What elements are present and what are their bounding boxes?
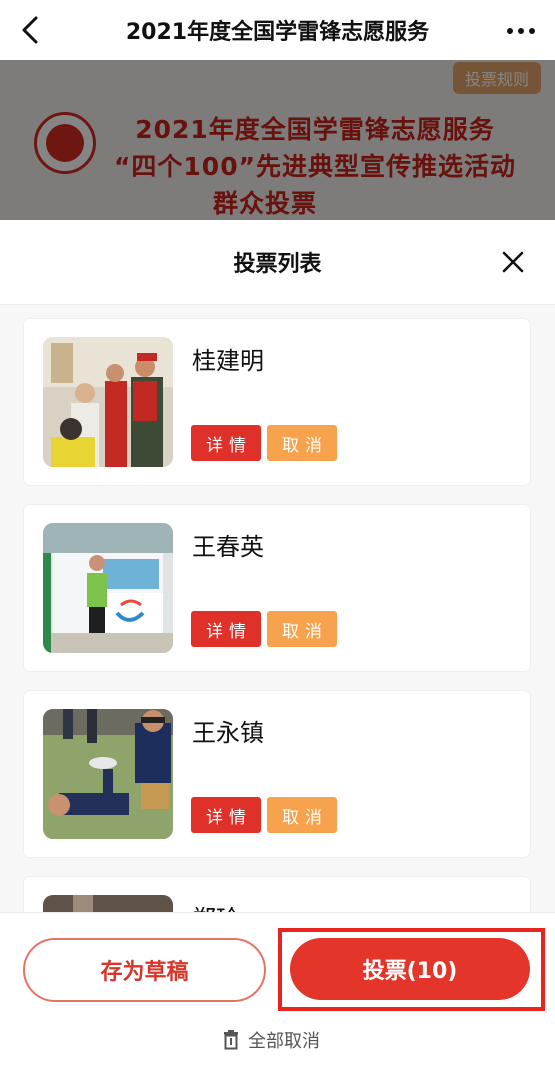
vote-list-header: 投票列表 xyxy=(0,220,555,305)
cancel-vote-button[interactable]: 取消 xyxy=(267,797,337,833)
more-dots-icon[interactable] xyxy=(507,28,535,34)
candidate-name: 桂建明 xyxy=(192,347,264,375)
candidate-photo xyxy=(43,895,173,912)
page-title: 2021年度全国学雷锋志愿服务 xyxy=(125,20,430,45)
cancel-vote-button[interactable]: 取消 xyxy=(267,611,337,647)
detail-button[interactable]: 详情 xyxy=(191,797,261,833)
vote-list-title: 投票列表 xyxy=(233,252,322,277)
candidate-card: 王春英 详情 取消 xyxy=(24,505,530,671)
cancel-vote-button[interactable]: 取消 xyxy=(267,425,337,461)
candidate-name: 郑玲 xyxy=(192,899,240,912)
footer-bar: 存为草稿 投票(10) 全部取消 xyxy=(0,912,555,1080)
candidate-card: 郑玲 xyxy=(24,877,530,912)
clear-all-button[interactable]: 全部取消 xyxy=(222,1027,320,1053)
clear-all-label: 全部取消 xyxy=(248,1031,320,1052)
candidate-card: 桂建明 详情 取消 xyxy=(24,319,530,485)
close-icon[interactable] xyxy=(501,250,525,274)
nav-bar: 2021年度全国学雷锋志愿服务 xyxy=(0,0,555,60)
candidate-photo xyxy=(43,523,173,653)
candidate-name: 王永镇 xyxy=(192,719,264,747)
candidate-photo xyxy=(43,709,173,839)
detail-button[interactable]: 详情 xyxy=(191,425,261,461)
candidate-card: 王永镇 详情 取消 xyxy=(24,691,530,857)
detail-button[interactable]: 详情 xyxy=(191,611,261,647)
modal-overlay[interactable] xyxy=(0,60,555,220)
back-chevron-icon[interactable] xyxy=(14,13,48,47)
candidate-name: 王春英 xyxy=(192,533,264,561)
candidate-list[interactable]: 桂建明 详情 取消 王春英 详情 取消 王永镇 详情 取消 xyxy=(0,305,555,912)
save-draft-button[interactable]: 存为草稿 xyxy=(23,938,266,1002)
candidate-photo xyxy=(43,337,173,467)
vote-button[interactable]: 投票(10) xyxy=(290,938,530,1000)
trash-icon xyxy=(224,1030,238,1050)
